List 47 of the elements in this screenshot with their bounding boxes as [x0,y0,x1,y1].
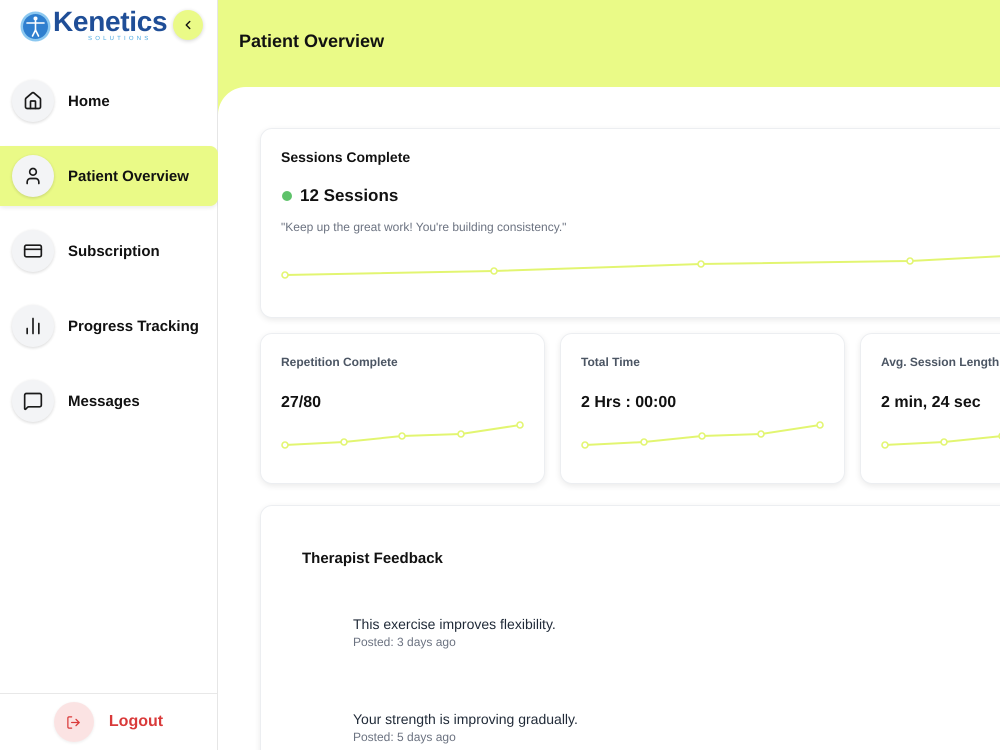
speech-bubble-icon [12,380,54,422]
collapse-button[interactable] [173,10,203,40]
data-point [940,438,948,446]
sidebar-item[interactable]: Progress Tracking [0,296,218,356]
data-point [697,260,705,268]
data-point [281,271,289,279]
logout-button[interactable]: Logout [54,702,164,742]
sidebar-item[interactable]: Patient Overview [0,146,218,206]
bar-chart-icon [12,305,54,347]
credit-card-icon [12,230,54,272]
stat-title: Repetition Complete [281,355,399,370]
posted-time: Posted: 3 days ago [353,635,456,650]
data-point [816,421,824,429]
data-point [906,257,914,265]
home-icon [12,80,54,122]
data-point [516,421,524,429]
feedback-text: Your strength is improving gradually. [353,710,578,728]
logout-icon [54,702,94,742]
data-point [457,430,465,438]
sessions-value: 12 Sessions [300,185,398,207]
data-point [398,432,406,440]
user-icon [12,155,54,197]
status-dot-icon [282,191,292,201]
data-point [698,432,706,440]
data-point [490,267,498,275]
data-point [581,441,589,449]
stat-value: 2 min, 24 sec [881,393,982,413]
logo-emblem-icon [20,11,51,42]
data-point [757,430,765,438]
data-point [281,441,289,449]
stat-title: Total Time [581,355,641,370]
sidebar-item[interactable]: Home [0,71,218,131]
stat-value: 2 Hrs : 00:00 [581,393,678,413]
data-point [881,441,889,449]
page-title: Patient Overview [239,30,384,52]
data-point [340,438,348,446]
card-title: Sessions Complete [281,149,412,166]
data-point [640,438,648,446]
encouragement-quote: "Keep up the great work! You're building consistency." [281,219,568,235]
feedback-text: This exercise improves flexibility. [353,615,556,633]
logo-text: Kenetics [53,8,168,35]
sidebar-item[interactable]: Subscription [0,221,218,281]
sidebar-item[interactable]: Messages [0,371,218,431]
feedback-title: Therapist Feedback [302,550,444,568]
stat-title: Avg. Session Length [881,355,1000,370]
posted-time: Posted: 5 days ago [353,730,456,745]
stat-value: 27/80 [281,393,322,413]
